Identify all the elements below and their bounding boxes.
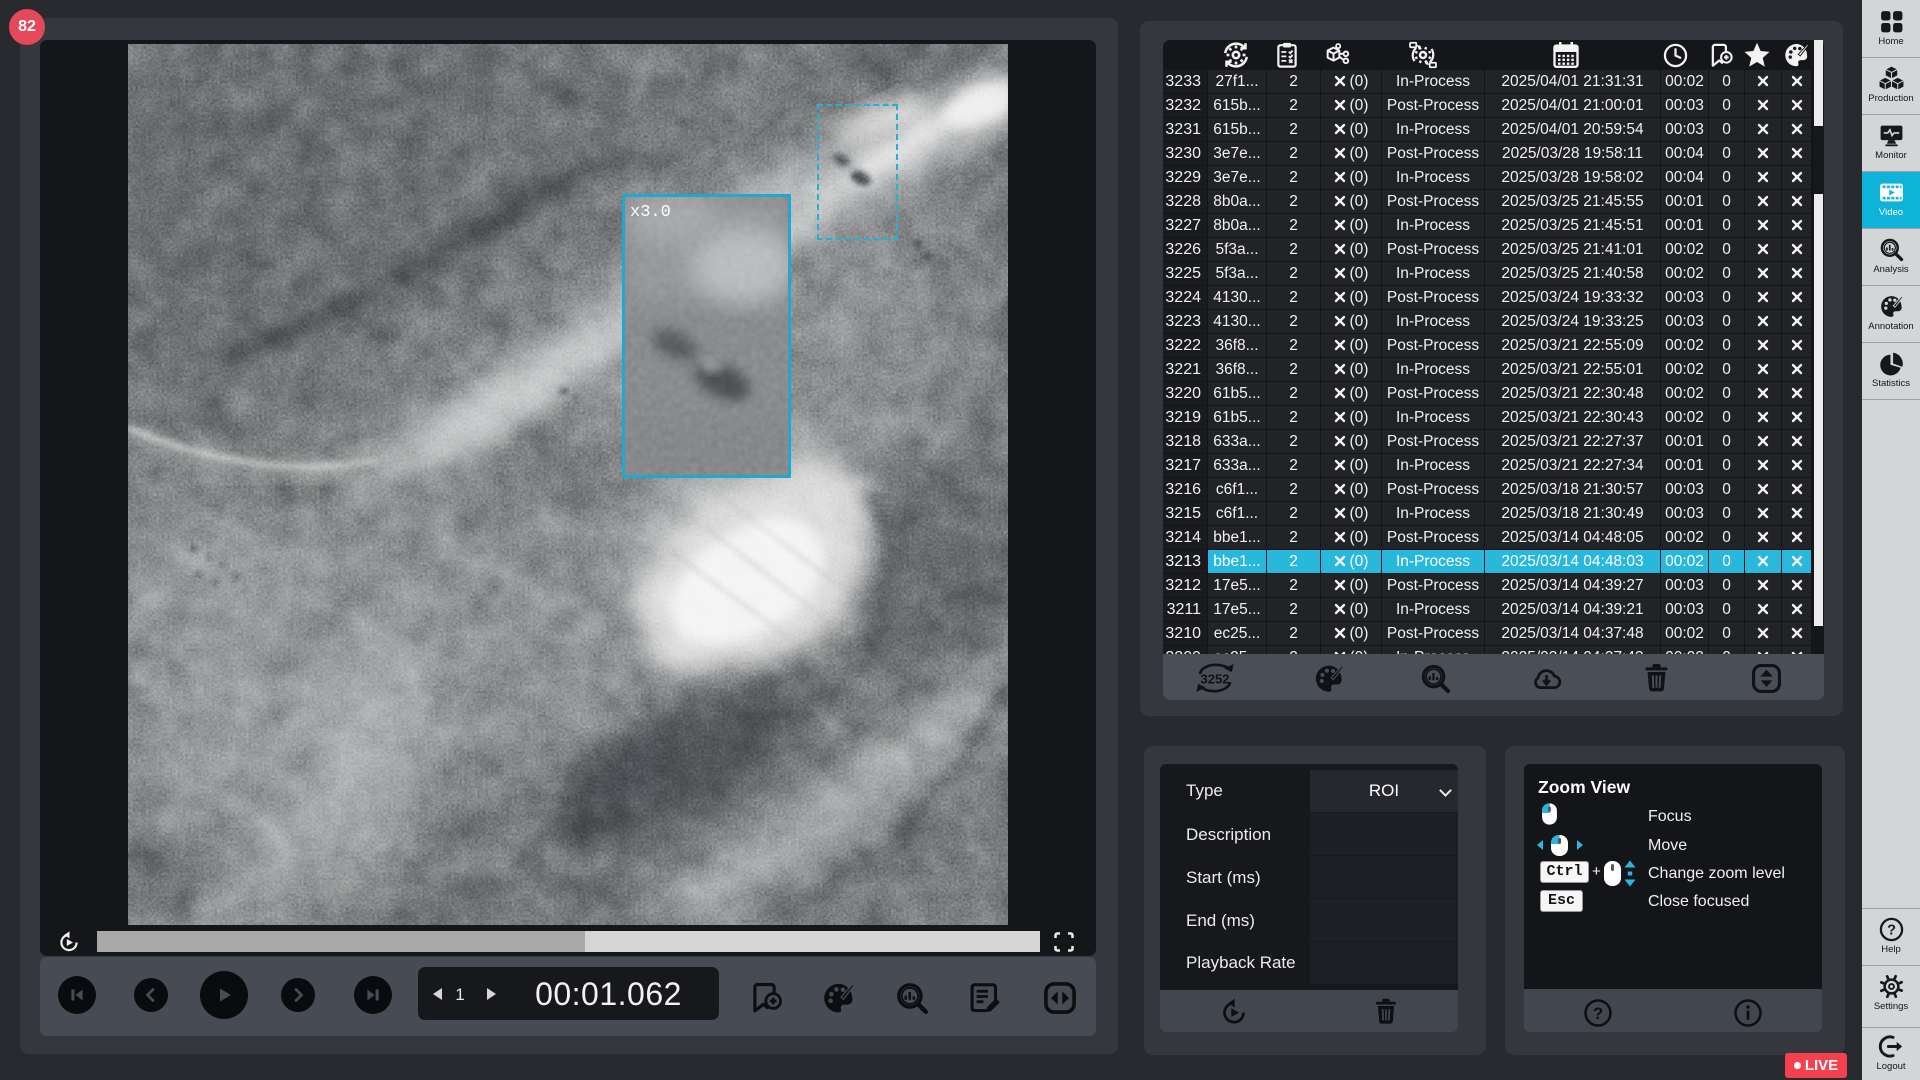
svg-text:?: ?: [1593, 1004, 1603, 1023]
svg-text:?: ?: [1887, 923, 1896, 939]
svg-text:3252: 3252: [1201, 672, 1230, 687]
